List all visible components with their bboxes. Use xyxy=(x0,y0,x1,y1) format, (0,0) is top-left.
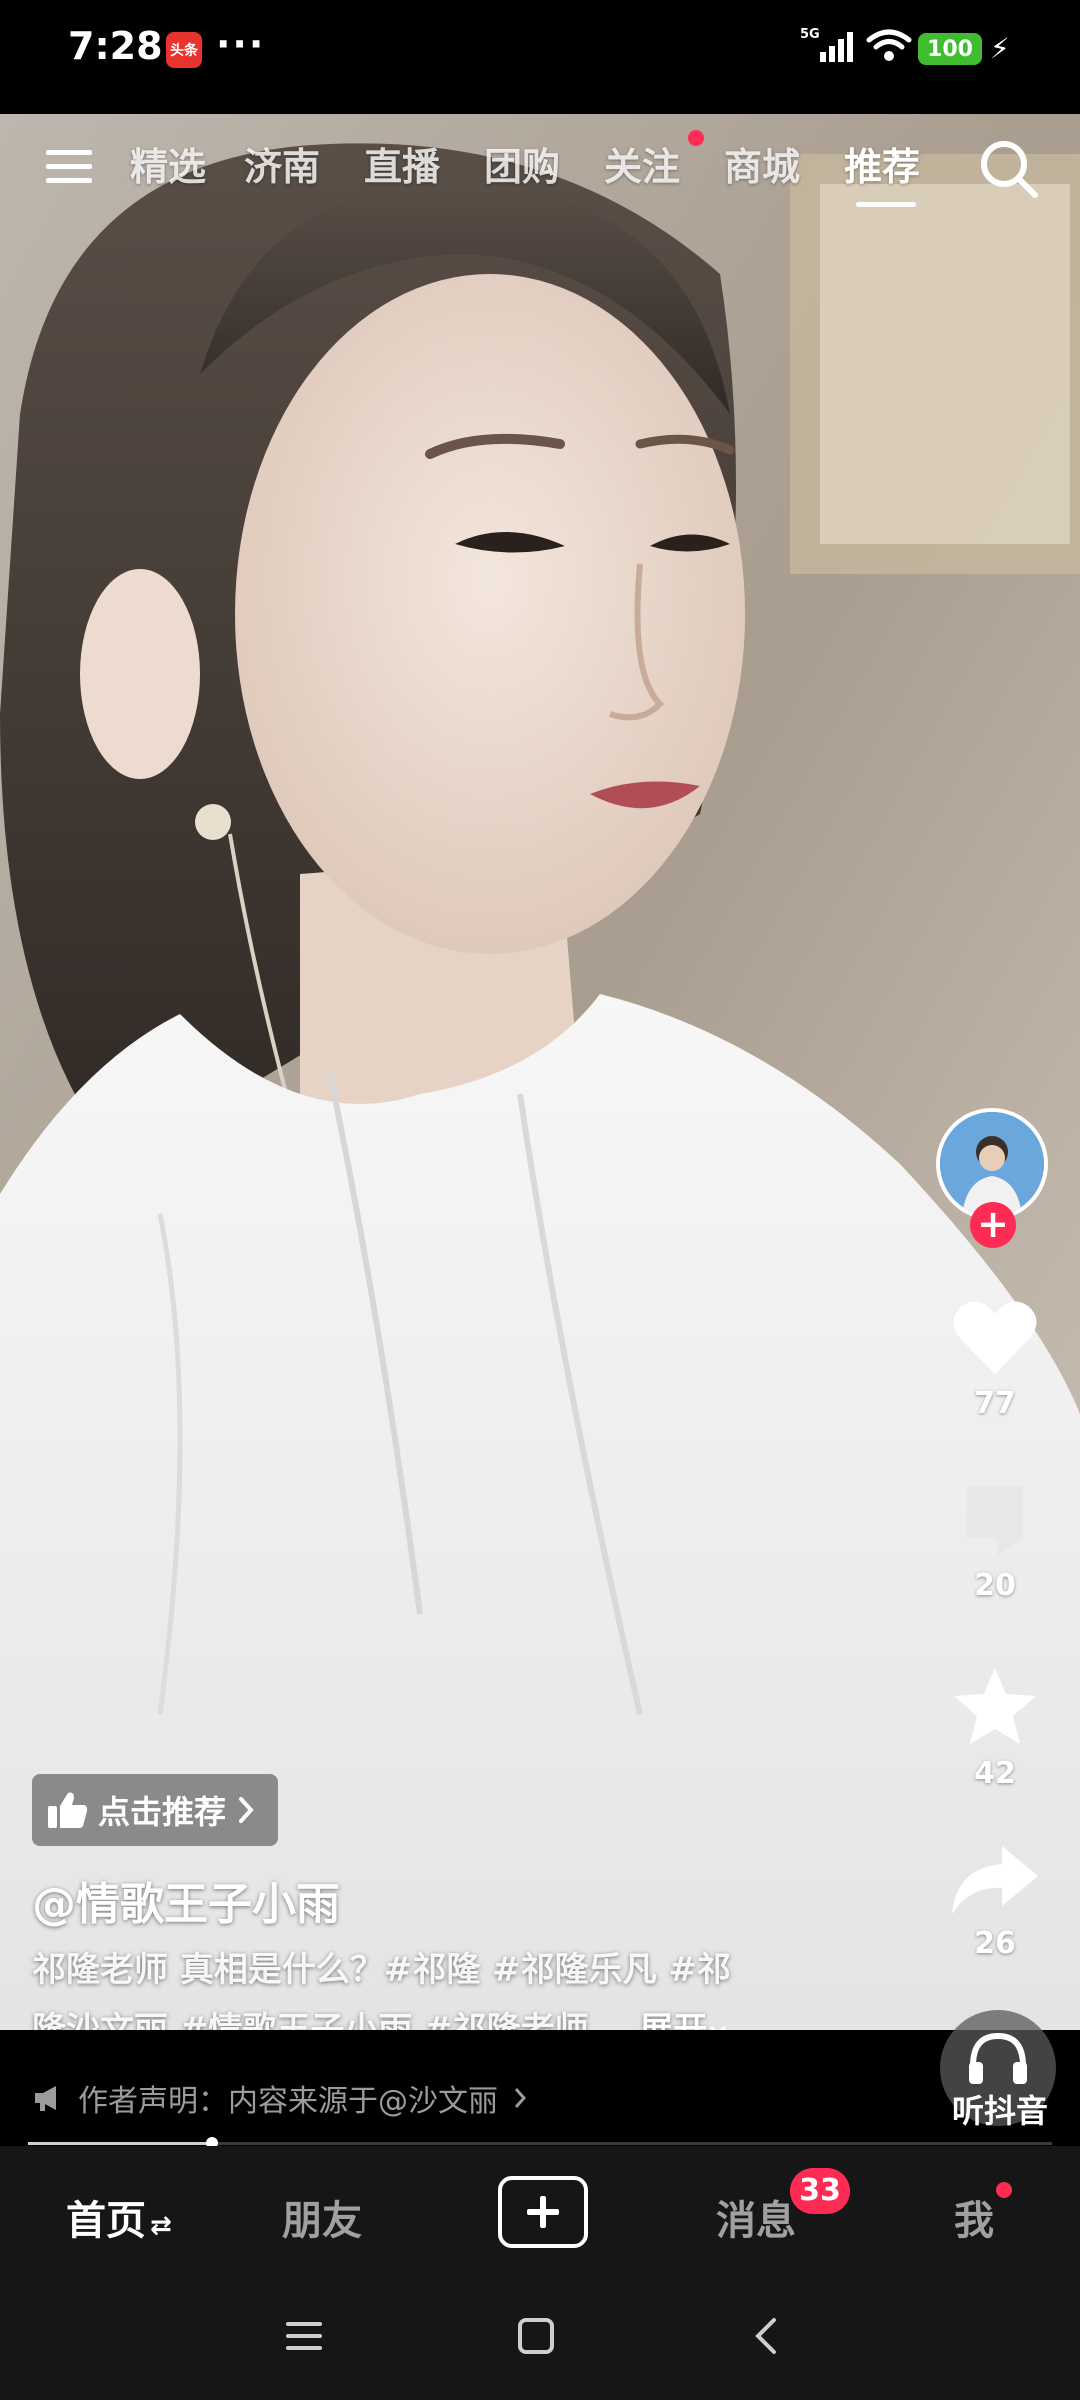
status-time: 7:28 xyxy=(68,24,163,68)
tab-group-buy[interactable]: 团购 xyxy=(484,136,560,191)
tab-messages[interactable]: 消息 xyxy=(716,2188,796,2246)
network-type: 5G xyxy=(800,27,820,42)
tab-home-label: 首页 xyxy=(66,2198,146,2244)
create-post-button[interactable] xyxy=(498,2176,588,2248)
comment-icon xyxy=(967,1486,1023,1556)
megaphone-icon xyxy=(35,2086,56,2111)
more-notifications-icon: ··· xyxy=(216,22,266,66)
signal-icon: 5G xyxy=(800,26,860,70)
plus-icon xyxy=(527,2196,559,2228)
recommend-label: 点击推荐 xyxy=(98,1793,227,1831)
bottom-tab-bar: 首页 ⇄ 朋友 消息 33 我 xyxy=(0,2146,1080,2286)
chevron-right-icon xyxy=(239,1797,254,1823)
battery-icon: 100 xyxy=(918,33,982,65)
share-button[interactable]: 26 xyxy=(930,1842,1060,1961)
caption-line-1: 祁隆老师 真相是什么？#祁隆 #祁隆乐凡 #祁 xyxy=(32,1950,731,1990)
system-nav-bar xyxy=(0,2286,1080,2400)
tab-live[interactable]: 直播 xyxy=(364,136,440,191)
disclaimer-text: 作者声明：内容来源于@沙文丽 xyxy=(78,2084,498,2119)
progress-fill xyxy=(28,2142,213,2145)
tab-local-jinan[interactable]: 济南 xyxy=(244,136,320,191)
video-player[interactable] xyxy=(0,114,1080,2030)
avatar-image xyxy=(940,1112,1044,1216)
menu-icon[interactable] xyxy=(46,144,96,192)
favorite-count: 42 xyxy=(974,1756,1016,1791)
tab-following[interactable]: 关注 xyxy=(604,136,680,191)
author-name[interactable]: @情歌王子小雨 xyxy=(32,1868,340,1932)
toutiao-app-icon: 头条 xyxy=(166,32,202,68)
video-frame xyxy=(0,114,1080,2030)
tab-recommended[interactable]: 推荐 xyxy=(844,136,920,191)
recent-apps-icon[interactable] xyxy=(284,2316,324,2360)
home-icon[interactable] xyxy=(516,2316,556,2360)
recommend-chip[interactable]: 点击推荐 xyxy=(32,1774,279,1846)
charging-icon: ⚡ xyxy=(990,32,1010,65)
heart-icon xyxy=(953,1301,1037,1374)
chevron-right-icon xyxy=(514,2088,527,2108)
share-arrow-icon xyxy=(952,1846,1038,1914)
favorite-button[interactable]: 42 xyxy=(930,1664,1060,1791)
tab-mall[interactable]: 商城 xyxy=(724,136,800,191)
me-notification-dot xyxy=(996,2182,1012,2198)
headphones-icon xyxy=(969,2032,1027,2084)
status-bar: 7:28 头条 ··· 5G 100 ⚡ xyxy=(0,0,1080,114)
switch-arrows-icon: ⇄ xyxy=(150,2211,172,2241)
back-icon[interactable] xyxy=(746,2316,786,2360)
like-button[interactable]: 77 xyxy=(930,1298,1060,1421)
tab-friends[interactable]: 朋友 xyxy=(282,2188,362,2246)
listen-mode-label: 听抖音 xyxy=(951,2092,1048,2130)
star-icon xyxy=(954,1668,1036,1744)
following-notification-dot xyxy=(688,130,704,146)
tab-home[interactable]: 首页 ⇄ xyxy=(66,2188,172,2246)
search-icon[interactable] xyxy=(978,138,1040,204)
share-count: 26 xyxy=(974,1926,1016,1961)
video-progress-bar[interactable] xyxy=(28,2137,1052,2149)
tab-featured[interactable]: 精选 xyxy=(130,136,206,191)
top-nav: 精选 济南 直播 团购 关注 商城 推荐 xyxy=(0,114,1080,218)
author-disclaimer[interactable]: 作者声明：内容来源于@沙文丽 xyxy=(32,2076,528,2120)
comment-button[interactable]: 20 xyxy=(930,1480,1060,1603)
wifi-icon xyxy=(866,28,912,68)
thumbs-up-icon xyxy=(48,1792,88,1828)
follow-button[interactable]: + xyxy=(970,1202,1016,1248)
like-count: 77 xyxy=(974,1386,1016,1421)
tab-me[interactable]: 我 xyxy=(954,2188,994,2246)
active-tab-indicator xyxy=(856,202,916,207)
messages-badge: 33 xyxy=(790,2168,850,2214)
comment-count: 20 xyxy=(974,1568,1016,1603)
